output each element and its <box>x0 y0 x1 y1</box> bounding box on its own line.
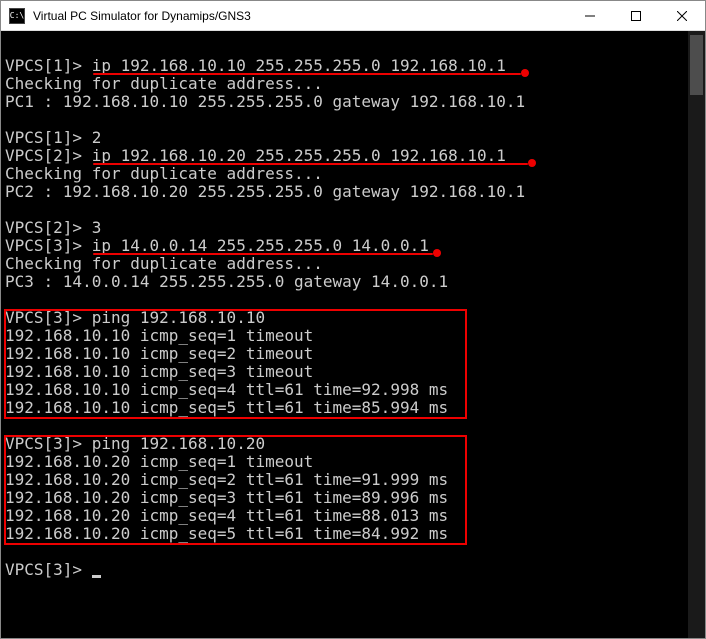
terminal-line: Checking for duplicate address... <box>5 165 684 183</box>
annotation-dot <box>528 159 536 167</box>
minimize-icon <box>585 11 595 21</box>
terminal-line: VPCS[3]> <box>5 561 684 579</box>
terminal-line <box>5 543 684 561</box>
annotation-underline <box>93 163 528 165</box>
terminal-area: VPCS[1]> ip 192.168.10.10 255.255.255.0 … <box>1 31 705 638</box>
annotation-underline <box>93 73 521 75</box>
annotation-dot <box>433 249 441 257</box>
window-titlebar: C:\ Virtual PC Simulator for Dynamips/GN… <box>1 1 705 31</box>
terminal-line: 192.168.10.20 icmp_seq=2 ttl=61 time=91.… <box>5 471 684 489</box>
minimize-button[interactable] <box>567 1 613 30</box>
annotation-dot <box>521 69 529 77</box>
terminal-line: 192.168.10.10 icmp_seq=5 ttl=61 time=85.… <box>5 399 684 417</box>
terminal-line <box>5 39 684 57</box>
terminal-line <box>5 201 684 219</box>
terminal-line: 192.168.10.10 icmp_seq=4 ttl=61 time=92.… <box>5 381 684 399</box>
maximize-icon <box>631 11 641 21</box>
terminal-line <box>5 417 684 435</box>
terminal-line <box>5 111 684 129</box>
terminal-line: 192.168.10.10 icmp_seq=2 timeout <box>5 345 684 363</box>
terminal-line: VPCS[3]> ping 192.168.10.10 <box>5 309 684 327</box>
terminal-line: PC2 : 192.168.10.20 255.255.255.0 gatewa… <box>5 183 684 201</box>
terminal-line: 192.168.10.10 icmp_seq=1 timeout <box>5 327 684 345</box>
window-controls <box>567 1 705 30</box>
window-title: Virtual PC Simulator for Dynamips/GNS3 <box>33 9 567 23</box>
terminal-line: 192.168.10.20 icmp_seq=4 ttl=61 time=88.… <box>5 507 684 525</box>
terminal-output[interactable]: VPCS[1]> ip 192.168.10.10 255.255.255.0 … <box>1 31 688 638</box>
terminal-line: 192.168.10.10 icmp_seq=3 timeout <box>5 363 684 381</box>
terminal-line: VPCS[2]> 3 <box>5 219 684 237</box>
cursor <box>92 575 101 578</box>
terminal-line <box>5 291 684 309</box>
terminal-line: VPCS[3]> ping 192.168.10.20 <box>5 435 684 453</box>
terminal-line: VPCS[1]> 2 <box>5 129 684 147</box>
terminal-line: Checking for duplicate address... <box>5 75 684 93</box>
terminal-line: 192.168.10.20 icmp_seq=5 ttl=61 time=84.… <box>5 525 684 543</box>
terminal-line: 192.168.10.20 icmp_seq=1 timeout <box>5 453 684 471</box>
app-icon: C:\ <box>9 8 25 24</box>
close-icon <box>677 11 687 21</box>
scrollbar[interactable] <box>688 31 705 638</box>
maximize-button[interactable] <box>613 1 659 30</box>
scrollbar-thumb[interactable] <box>690 35 703 95</box>
terminal-line: PC3 : 14.0.0.14 255.255.255.0 gateway 14… <box>5 273 684 291</box>
annotation-underline <box>93 253 433 255</box>
terminal-line: 192.168.10.20 icmp_seq=3 ttl=61 time=89.… <box>5 489 684 507</box>
terminal-line: PC1 : 192.168.10.10 255.255.255.0 gatewa… <box>5 93 684 111</box>
close-button[interactable] <box>659 1 705 30</box>
terminal-line: Checking for duplicate address... <box>5 255 684 273</box>
